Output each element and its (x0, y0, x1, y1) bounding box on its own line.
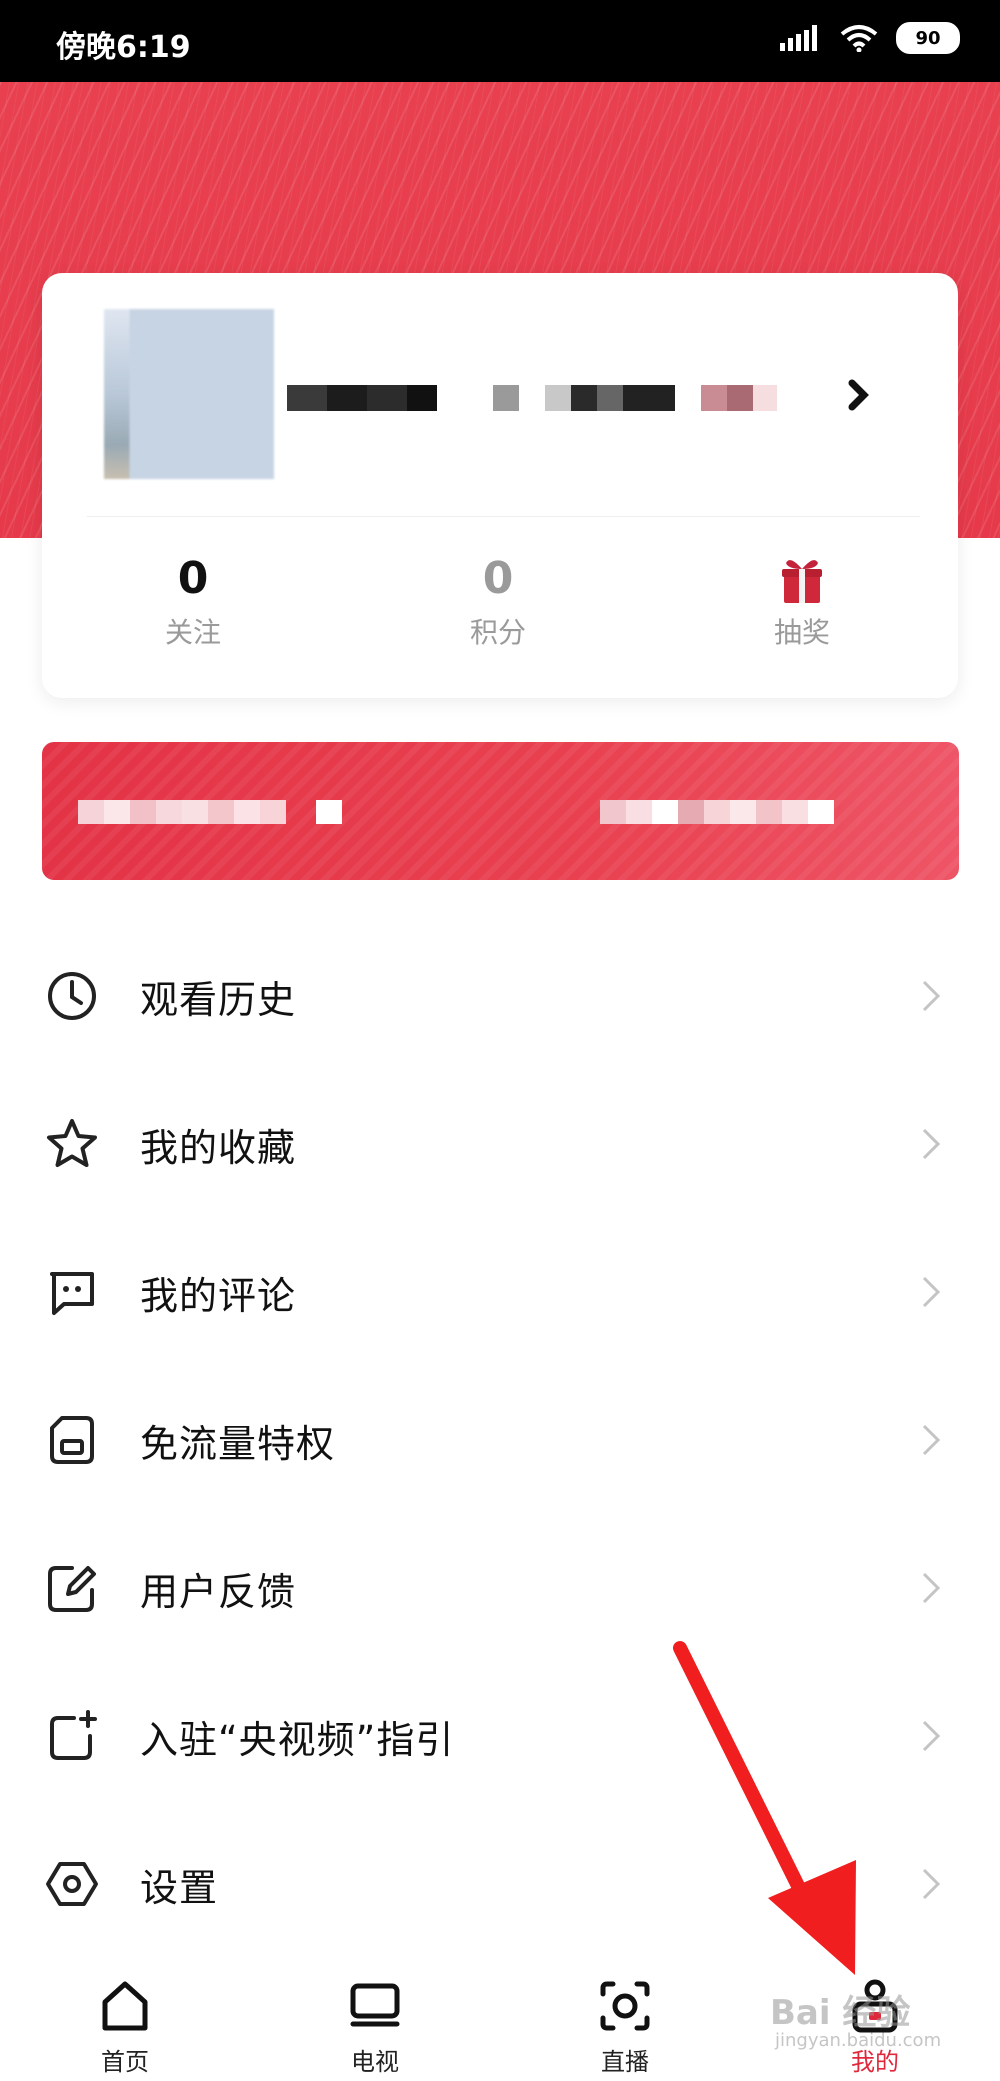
tv-icon (350, 1983, 400, 2027)
promo-banner[interactable] (42, 742, 959, 880)
menu-item-creator-guide[interactable]: 入驻“央视频”指引 (0, 1662, 1000, 1810)
status-icons: 90 (780, 22, 960, 54)
menu-item-favorites[interactable]: 我的收藏 (0, 1070, 1000, 1218)
battery-indicator: 90 (896, 22, 960, 54)
settings-hexagon-icon (46, 1862, 98, 1906)
stat-label: 抽奖 (773, 616, 830, 649)
stat-points[interactable]: 0 积分 (398, 553, 598, 651)
comment-icon (50, 1272, 94, 1315)
watermark-sub: jingyan.baidu.com (775, 2030, 942, 2051)
stat-value: 0 (482, 553, 514, 604)
live-icon (600, 1981, 650, 2031)
chevron-right-icon (922, 980, 941, 1012)
menu-item-data-free[interactable]: 免流量特权 (0, 1366, 1000, 1514)
avatar[interactable] (104, 309, 274, 479)
tab-label: 直播 (601, 2048, 649, 2076)
edit-icon (48, 1566, 96, 1612)
tab-label: 电视 (351, 2048, 399, 2076)
menu-label: 观看历史 (140, 977, 297, 1022)
tab-label: 首页 (101, 2048, 149, 2076)
tab-live[interactable]: 直播 (500, 1962, 750, 2081)
menu-item-history[interactable]: 观看历史 (0, 922, 1000, 1070)
banner-text-blurred-left (78, 800, 342, 824)
chevron-right-icon (922, 1276, 941, 1308)
wifi-icon (840, 25, 878, 52)
gift-icon (782, 560, 822, 603)
stat-label: 关注 (164, 616, 221, 649)
profile-card: 0 关注 0 积分 抽奖 (42, 273, 958, 698)
menu-label: 用户反馈 (140, 1569, 297, 1614)
add-square-icon (50, 1710, 97, 1760)
menu-label: 免流量特权 (140, 1421, 336, 1466)
tab-home[interactable]: 首页 (0, 1962, 250, 2081)
menu-item-settings[interactable]: 设置 (0, 1810, 1000, 1958)
menu-label: 我的收藏 (140, 1125, 297, 1170)
stat-value: 0 (177, 553, 209, 604)
banner-text-blurred-right (600, 800, 834, 824)
chevron-right-icon (922, 1424, 941, 1456)
status-time: 傍晚6:19 (56, 30, 191, 65)
tab-tv[interactable]: 电视 (250, 1962, 500, 2081)
clock-icon (48, 972, 96, 1020)
username-blurred[interactable] (287, 385, 777, 411)
stat-follow[interactable]: 0 关注 (93, 553, 293, 651)
menu-label: 设置 (140, 1865, 219, 1910)
home-icon (102, 1981, 148, 2031)
sim-card-icon (50, 1416, 94, 1464)
star-icon (47, 1119, 97, 1167)
menu-label: 我的评论 (140, 1273, 297, 1318)
chevron-right-icon (922, 1868, 941, 1900)
card-divider (87, 516, 920, 517)
menu-label: 入驻“央视频”指引 (140, 1717, 455, 1762)
chevron-right-icon (922, 1128, 941, 1160)
watermark: Bai 经验 (770, 1993, 911, 2033)
stat-lottery[interactable]: 抽奖 (702, 553, 902, 651)
menu-item-comments[interactable]: 我的评论 (0, 1218, 1000, 1366)
chevron-right-icon (922, 1572, 941, 1604)
stat-label: 积分 (469, 616, 526, 649)
profile-arrow-icon[interactable] (846, 377, 870, 413)
status-bar: 傍晚6:19 90 (0, 0, 1000, 82)
chevron-right-icon (922, 1720, 941, 1752)
signal-icon (780, 25, 817, 51)
menu-item-feedback[interactable]: 用户反馈 (0, 1514, 1000, 1662)
